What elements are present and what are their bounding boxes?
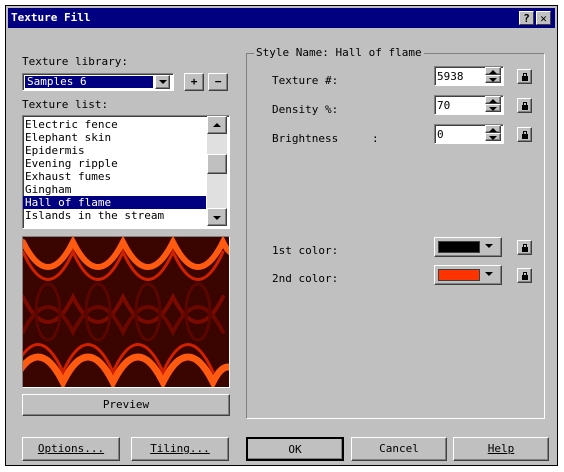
density-lock-icon[interactable] [517,98,532,113]
chevron-down-icon [213,216,221,220]
color1-lock-icon[interactable] [517,240,532,255]
help-title-button[interactable]: ? [519,11,534,25]
texture-library-dropdown-button[interactable] [155,75,170,89]
texture-library-value: Samples 6 [25,76,153,88]
brightness-value: 0 [437,128,444,141]
style-name-label: Style Name: Hall of flame [254,46,424,59]
density-label: Density %: [272,103,339,116]
texture-number-label: Texture #: [272,74,339,87]
color1-swatch [438,241,480,253]
chevron-up-icon [489,99,497,103]
chevron-down-icon [489,78,497,82]
density-down[interactable] [485,104,501,112]
texture-list-label: Texture list: [22,98,109,111]
title-bar[interactable]: Texture Fill ? ✕ [8,8,555,28]
texture-list-scrollbar[interactable] [207,116,227,226]
density-spinner[interactable]: 70 [434,95,504,115]
brightness-up[interactable] [485,125,501,133]
color2-picker[interactable] [434,265,502,285]
scroll-down-button[interactable] [207,208,227,226]
brightness-label: Brightness [272,132,339,145]
texture-number-up[interactable] [485,67,501,75]
list-item[interactable]: Electric fence [23,118,206,131]
texture-preview [22,236,230,388]
scroll-thumb[interactable] [207,154,227,174]
texture-number-down[interactable] [485,75,501,83]
brightness-spinner[interactable]: 0 [434,124,504,144]
list-item[interactable]: Epidermis [23,144,206,157]
texture-number-spinner[interactable]: 5938 [434,66,504,86]
brightness-lock-icon[interactable] [517,127,532,142]
chevron-down-icon [489,107,497,111]
list-item[interactable]: Islands in the stream [23,209,206,222]
texture-lock-icon[interactable] [517,69,532,84]
chevron-down-icon [489,136,497,140]
list-item[interactable]: Evening ripple [23,157,206,170]
list-item[interactable]: Exhaust fumes [23,170,206,183]
chevron-down-icon [485,272,493,276]
remove-library-button[interactable]: − [208,73,228,91]
add-library-button[interactable]: + [184,73,204,91]
color2-lock-icon[interactable] [517,268,532,283]
cancel-button[interactable]: Cancel [351,437,447,461]
window-title: Texture Fill [11,11,91,24]
texture-number-value: 5938 [437,70,464,83]
color2-label: 2nd color: [272,272,339,285]
ok-button[interactable]: OK [246,437,344,461]
tiling-button[interactable]: Tiling... [131,437,229,461]
chevron-up-icon [213,123,221,127]
texture-fill-dialog: Texture Fill ? ✕ Texture library: Sample… [5,5,558,466]
density-up[interactable] [485,96,501,104]
brightness-colon: : [372,132,379,145]
flame-texture-image [23,237,229,387]
list-item[interactable]: Gingham [23,183,206,196]
texture-list-items: Electric fence Elephant skin Epidermis Even… [23,118,206,222]
texture-library-select[interactable]: Samples 6 [22,73,174,91]
chevron-up-icon [489,128,497,132]
color2-swatch [438,269,480,281]
color1-label: 1st color: [272,244,339,257]
texture-library-label: Texture library: [22,55,128,68]
texture-list[interactable]: Electric fence Elephant skin Epidermis Even… [22,115,230,229]
scroll-up-button[interactable] [207,116,227,134]
color1-picker[interactable] [434,237,502,257]
preview-button[interactable]: Preview [22,394,230,416]
chevron-down-icon [158,80,167,84]
list-item[interactable]: Hall of flame [23,196,206,209]
chevron-down-icon [485,244,493,248]
help-button[interactable]: Help [453,437,549,461]
options-button[interactable]: Options... [22,437,120,461]
density-value: 70 [437,99,451,112]
list-item[interactable]: Elephant skin [23,131,206,144]
chevron-up-icon [489,70,497,74]
brightness-down[interactable] [485,133,501,141]
close-button[interactable]: ✕ [536,11,551,25]
